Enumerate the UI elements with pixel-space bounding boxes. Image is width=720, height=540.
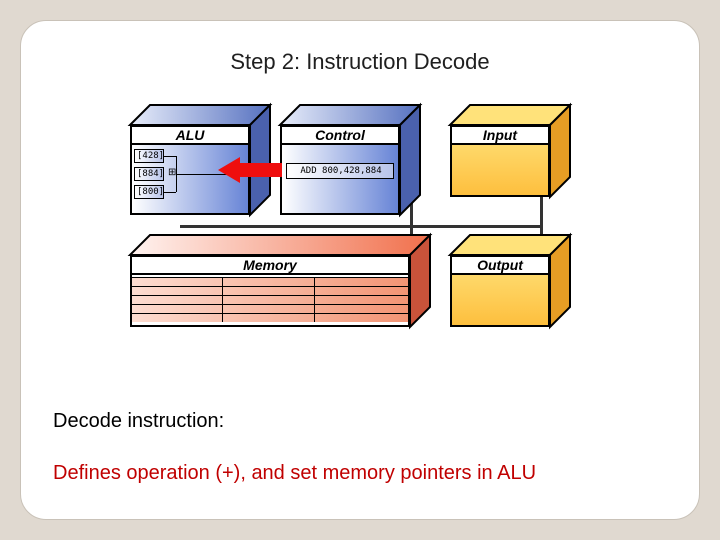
memory-row [132,313,408,322]
wire [164,192,176,193]
memory-label: Memory [130,255,410,275]
slide-title: Step 2: Instruction Decode [49,49,671,75]
alu-reg-2: [800] [134,185,164,199]
memory-row [132,277,408,286]
body-line-2: Defines operation (+), and set memory po… [53,462,536,485]
alu-reg-1: [884] [134,167,164,181]
memory-row [132,286,408,295]
memory-divider [222,277,223,322]
memory-divider [314,277,315,322]
control-label: Control [280,125,400,145]
alu-label: ALU [130,125,250,145]
body-line-1: Decode instruction: [53,410,224,433]
cpu-diagram: ALU [428] [884] [800] ⊞ Control ADD 80 [120,95,600,345]
control-instruction: ADD 800,428,884 [286,163,394,179]
wire [176,156,177,192]
output-label: Output [450,255,550,275]
alu-reg-0: [428] [134,149,164,163]
wire [164,156,176,157]
memory-row [132,295,408,304]
input-label: Input [450,125,550,145]
memory-row [132,304,408,313]
slide-card: Step 2: Instruction Decode ALU [428] [88… [20,20,700,520]
